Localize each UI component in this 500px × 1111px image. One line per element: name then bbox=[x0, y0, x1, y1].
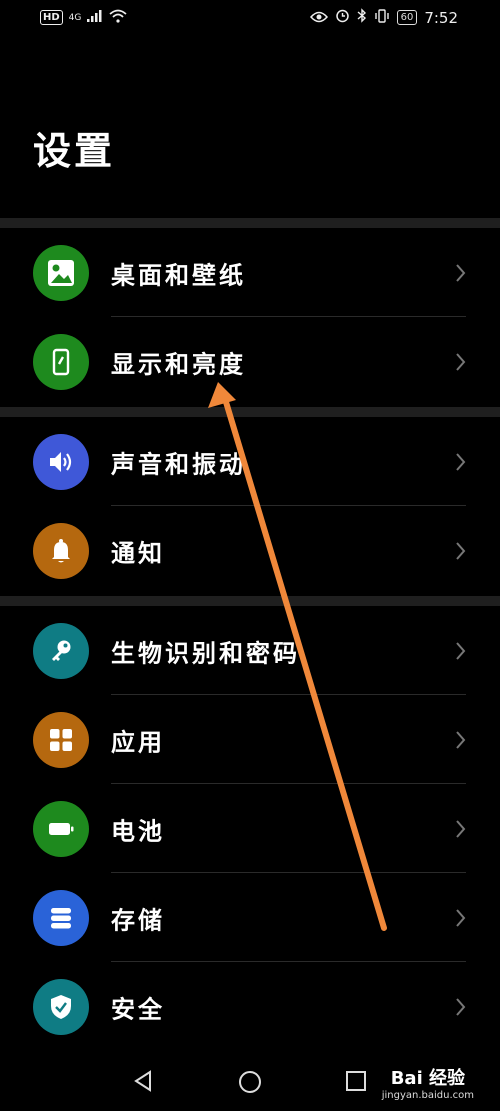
eye-icon bbox=[309, 8, 328, 27]
chevron-right-icon bbox=[456, 352, 466, 375]
watermark-main: Bai 经验 bbox=[390, 1068, 466, 1089]
row-label: 桌面和壁纸 bbox=[111, 260, 246, 289]
chevron-right-icon bbox=[456, 452, 466, 475]
settings-row-sound[interactable]: 声音和振动 bbox=[0, 417, 500, 506]
baidu-watermark: Bai 经验 jingyan.baidu.com bbox=[382, 1064, 474, 1101]
chevron-right-icon bbox=[456, 819, 466, 842]
battery-indicator: 60 bbox=[396, 10, 418, 25]
group-separator bbox=[0, 218, 500, 228]
home-icon[interactable] bbox=[238, 1070, 262, 1098]
settings-row-battery[interactable]: 电池 bbox=[0, 784, 500, 873]
settings-row-notifications[interactable]: 通知 bbox=[0, 506, 500, 595]
chevron-right-icon bbox=[456, 997, 466, 1020]
chevron-right-icon bbox=[456, 263, 466, 286]
row-label: 声音和振动 bbox=[111, 449, 246, 478]
row-label: 通知 bbox=[111, 538, 165, 567]
vibrate-icon bbox=[374, 8, 390, 27]
settings-row-wallpaper[interactable]: 桌面和壁纸 bbox=[0, 228, 500, 317]
settings-row-storage[interactable]: 存储 bbox=[0, 873, 500, 962]
row-label: 应用 bbox=[111, 727, 165, 756]
group-separator bbox=[0, 596, 500, 606]
key-icon bbox=[33, 622, 89, 679]
watermark-sub: jingyan.baidu.com bbox=[381, 1090, 474, 1101]
row-label: 生物识别和密码 bbox=[111, 638, 300, 667]
recents-icon[interactable] bbox=[345, 1070, 367, 1096]
status-left: HD 4G bbox=[40, 9, 127, 26]
chevron-right-icon bbox=[456, 730, 466, 753]
settings-row-display[interactable]: 显示和亮度 bbox=[0, 317, 500, 406]
battery-icon bbox=[33, 800, 89, 857]
chevron-right-icon bbox=[456, 641, 466, 664]
row-label: 安全 bbox=[111, 994, 165, 1023]
status-right: 60 7:52 bbox=[309, 8, 458, 27]
chevron-right-icon bbox=[456, 908, 466, 931]
row-label: 显示和亮度 bbox=[111, 349, 246, 378]
chevron-right-icon bbox=[456, 541, 466, 564]
wallpaper-icon bbox=[33, 244, 89, 301]
network-type: 4G bbox=[68, 12, 82, 23]
row-label: 电池 bbox=[111, 816, 165, 845]
settings-row-biometrics[interactable]: 生物识别和密码 bbox=[0, 606, 500, 695]
row-label: 存储 bbox=[111, 905, 165, 934]
bluetooth-icon bbox=[357, 8, 367, 27]
clock: 7:52 bbox=[424, 8, 458, 27]
bell-icon bbox=[33, 522, 89, 579]
speaker-icon bbox=[33, 433, 89, 490]
back-icon[interactable] bbox=[132, 1070, 154, 1096]
group-separator bbox=[0, 407, 500, 417]
display-icon bbox=[33, 333, 89, 390]
alarm-icon bbox=[335, 8, 350, 27]
wifi-icon bbox=[109, 9, 127, 26]
shield-icon bbox=[33, 978, 89, 1035]
storage-icon bbox=[33, 889, 89, 946]
page-title: 设置 bbox=[33, 128, 116, 173]
signal-icon bbox=[87, 10, 103, 25]
hd-badge: HD bbox=[40, 10, 63, 25]
settings-row-security[interactable]: 安全 bbox=[0, 962, 500, 1051]
settings-row-apps[interactable]: 应用 bbox=[0, 695, 500, 784]
apps-icon bbox=[33, 711, 89, 768]
status-bar: HD 4G 60 7:52 bbox=[0, 0, 500, 36]
